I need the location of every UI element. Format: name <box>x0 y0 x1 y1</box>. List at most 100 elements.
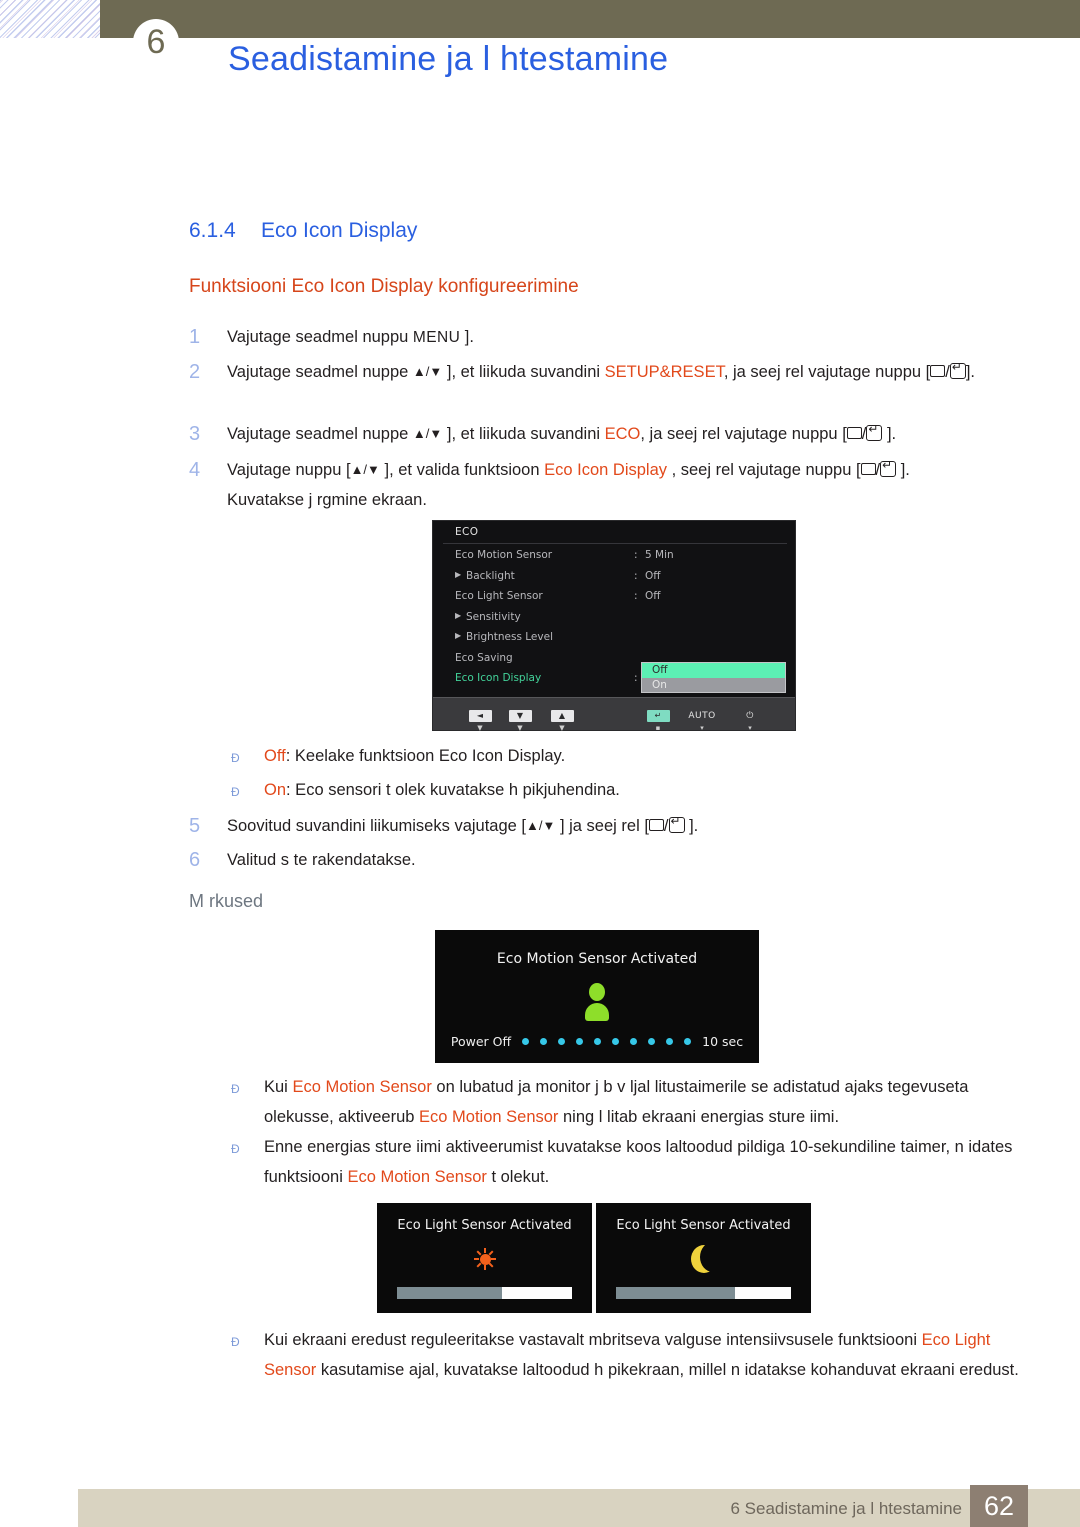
moon-icon <box>690 1245 717 1273</box>
person-body <box>585 1003 609 1021</box>
eco-light-sensor-popup-images: Eco Light Sensor Activated Eco Light Sen… <box>377 1203 811 1313</box>
note-bullet-text: Enne energias sture iimi aktiveerumist k… <box>264 1138 1013 1186</box>
osd-option-on[interactable]: On <box>642 678 785 693</box>
seconds-label: 10 sec <box>702 1034 744 1049</box>
sun-icon <box>474 1248 496 1270</box>
osd-key-down-arrow[interactable]: ▼ ▼ <box>503 703 537 732</box>
osd-row-colon: : <box>634 549 638 561</box>
osd-key-enter[interactable]: ↵ ▪ <box>641 703 675 732</box>
osd-row[interactable]: Eco Light Sensor: Off <box>433 590 795 611</box>
option-bullet-text: On: Eco sensori t olek kuvatakse h pikju… <box>264 781 620 799</box>
bullet-marker-icon: Đ <box>231 751 240 765</box>
updown-arrow-glyph: ▲/▼ <box>350 462 380 477</box>
osd-row[interactable]: ▶ Sensitivity <box>433 611 795 632</box>
step-text: Vajutage seadmel nuppu MENU ]. <box>227 328 474 346</box>
osd-key-caret-icon: ▼ <box>559 724 565 732</box>
timer-dot <box>558 1038 566 1045</box>
eco-motion-sensor-popup-image: Eco Motion Sensor Activated Power Off 10… <box>435 930 759 1063</box>
osd-title-divider <box>443 543 787 544</box>
updown-arrow-glyph: ▲/▼ <box>412 426 443 441</box>
rect-enter-button-glyph: / <box>860 458 897 479</box>
osd-row-label: Eco Saving <box>455 651 513 664</box>
rect-enter-button-glyph: / <box>648 814 685 835</box>
osd-key-up-arrow[interactable]: ▲ ▼ <box>545 703 579 732</box>
brightness-level-fill-day <box>502 1287 572 1299</box>
person-icon <box>584 983 610 1023</box>
note-bullet: Đ Kui ekraani eredust reguleeritakse vast… <box>189 1325 1019 1385</box>
step-text: Vajutage nuppu [▲/▼ ], et valida funktsi… <box>227 455 1019 515</box>
step-number: 3 <box>189 423 201 445</box>
step-text: Vajutage seadmel nuppe ▲/▼ ], et liikuda… <box>227 357 1019 387</box>
osd-key-left-arrow[interactable]: ◄ ▼ <box>463 703 497 732</box>
step-number: 5 <box>189 815 201 837</box>
page-title: Seadistamine ja l htestamine <box>228 40 669 78</box>
osd-row-value: 5 Min <box>645 549 674 561</box>
osd-bottom-key-bar: ◄ ▼ ▼ ▼ ▲ ▼ ↵ ▪ AUTO ▾ ⏻ ▾ <box>433 697 795 732</box>
enter-button-icon <box>668 814 685 833</box>
osd-row-label: Eco Light Sensor <box>455 590 543 602</box>
step-6: 6 Valitud s te rakendatakse. <box>189 845 1019 875</box>
rect-button-icon <box>648 819 664 831</box>
section-number: 6.1.4 <box>189 219 236 242</box>
osd-option-off[interactable]: Off <box>642 663 785 678</box>
osd-menu-title: ECO <box>455 526 479 538</box>
timer-dot <box>612 1038 620 1045</box>
timer-dot <box>648 1038 656 1045</box>
brightness-level-bar-night <box>616 1287 791 1299</box>
option-label: On <box>264 781 287 799</box>
note-bullet: Đ Kui Eco Motion Sensor on lubatud ja mon… <box>189 1072 1019 1132</box>
note-bullet: Đ Enne energias sture iimi aktiveerumist … <box>189 1132 1019 1192</box>
rect-button-icon <box>930 365 946 377</box>
brightness-level-fill-night <box>735 1287 791 1299</box>
option-bullet-off: Đ Off: Keelake funktsioon Eco Icon Displa… <box>189 741 1019 771</box>
osd-row-value: Off <box>645 590 661 602</box>
osd-key-caret-icon: ▾ <box>748 724 752 732</box>
step-text-line2: Kuvatakse j rgmine ekraan. <box>227 491 427 509</box>
step-text: Vajutage seadmel nuppe ▲/▼ ], et liikuda… <box>227 419 1019 449</box>
bullet-marker-icon: Đ <box>231 1082 240 1096</box>
timer-dot <box>576 1038 584 1045</box>
timer-dot <box>540 1038 548 1045</box>
rect-enter-button-glyph: / <box>930 360 966 381</box>
osd-row-label: Eco Motion Sensor <box>455 549 553 561</box>
osd-row-label: Backlight <box>466 569 515 582</box>
rect-enter-button-glyph: / <box>846 422 883 443</box>
light-popup-night: Eco Light Sensor Activated <box>596 1203 811 1313</box>
rect-button-icon <box>846 427 862 439</box>
step-number: 4 <box>189 459 201 481</box>
step-3: 3 Vajutage seadmel nuppe ▲/▼ ], et liikud… <box>189 419 1019 449</box>
enter-button-icon <box>949 360 966 379</box>
osd-row-label: Eco Icon Display <box>455 672 542 684</box>
submenu-arrow-icon: ▶ <box>455 610 462 620</box>
osd-key-auto[interactable]: AUTO ▾ <box>685 703 719 732</box>
osd-eco-menu-screenshot: ECO Eco Motion Sensor:5 Min ▶ Backlight: Of… <box>432 520 796 732</box>
option-bullet-on: Đ On: Eco sensori t olek kuvatakse h pikj… <box>189 775 1019 805</box>
timer-dot <box>594 1038 602 1045</box>
osd-row[interactable]: Eco Motion Sensor:5 Min <box>433 549 795 570</box>
osd-key-caret-icon: ▼ <box>477 724 483 732</box>
osd-key-caret-icon: ▼ <box>517 724 523 732</box>
header-olive-bar <box>100 0 1080 38</box>
auto-icon: AUTO <box>688 711 716 721</box>
bullet-marker-icon: Đ <box>231 785 240 799</box>
step-1: 1 Vajutage seadmel nuppu MENU ]. <box>189 322 1019 353</box>
osd-row-value: Off <box>645 569 661 582</box>
note-bullet-text: Kui Eco Motion Sensor on lubatud ja moni… <box>264 1078 969 1126</box>
step-4: 4 Vajutage nuppu [▲/▼ ], et valida funkts… <box>189 455 1019 515</box>
osd-row-colon: : <box>634 569 638 582</box>
step-number: 6 <box>189 849 201 871</box>
enter-button-icon <box>866 422 883 441</box>
brightness-level-bar-day <box>397 1287 572 1299</box>
notes-heading: M rkused <box>189 886 1019 917</box>
notes-heading-text: M rkused <box>189 891 264 911</box>
osd-row[interactable]: ▶ Backlight: Off <box>433 570 795 591</box>
timer-dot <box>630 1038 638 1045</box>
osd-row-label: Brightness Level <box>466 631 553 643</box>
option-bullet-text: Off: Keelake funktsioon Eco Icon Display… <box>264 747 566 765</box>
updown-arrow-glyph: ▲/▼ <box>412 364 443 379</box>
osd-key-power[interactable]: ⏻ ▾ <box>733 703 767 732</box>
osd-row[interactable]: ▶ Brightness Level <box>433 631 795 652</box>
timer-dot <box>522 1038 530 1045</box>
section-subtitle: Funktsiooni Eco Icon Display konfigureer… <box>189 276 579 297</box>
osd-key-caret-icon: ▾ <box>700 724 704 732</box>
